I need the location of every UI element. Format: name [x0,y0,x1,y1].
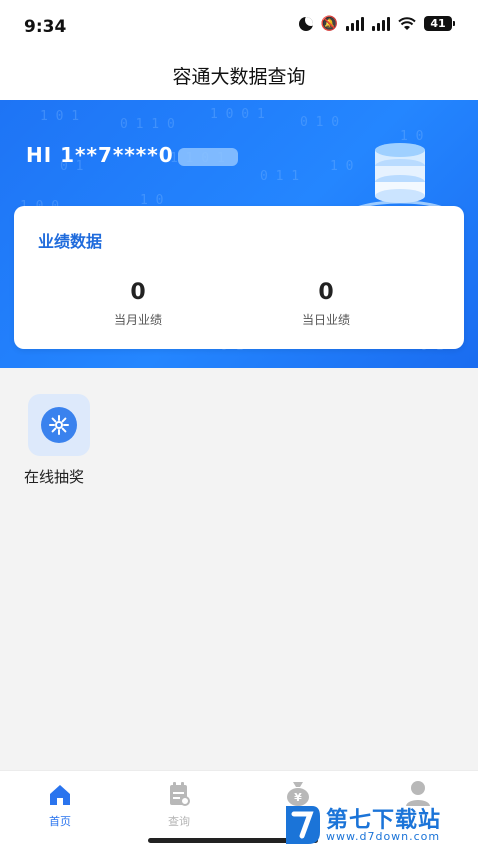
stat-monthly-value: 0 [130,280,146,305]
query-icon [170,782,190,806]
tab-query-label: 查询 [168,815,190,828]
status-time: 9:34 [24,17,67,37]
stat-daily-value: 0 [318,280,334,305]
navigation-bar: 容通大数据查询 [0,54,478,100]
svg-text:1 0 1: 1 0 1 [40,109,79,124]
bell-off-icon: 🔕 [320,15,338,32]
stat-daily: 0 当日业绩 [226,280,426,328]
lottery-icon [41,407,77,443]
tab-home-label: 首页 [49,815,71,828]
wifi-icon [398,16,416,30]
lottery-icon-box [28,394,90,456]
feature-lottery[interactable]: 在线抽奖 [24,394,94,487]
performance-card: 业绩数据 0 当月业绩 0 当日业绩 [14,206,464,349]
svg-text:0 1 1 0: 0 1 1 0 [120,117,175,132]
home-icon [50,785,70,805]
battery-level: 41 [430,17,446,30]
status-bar: 9:34 🔕 41 [0,0,478,54]
page-title: 容通大数据查询 [172,66,306,88]
watermark-url: www.d7down.com [326,830,441,843]
moon-icon [298,16,313,31]
stat-monthly-label: 当月业绩 [113,313,162,327]
tab-query[interactable]: 查询 [139,779,219,829]
hero-banner: 1 0 10 1 1 01 0 0 1 0 1 00 11 1 0 1 0 1 … [0,100,478,368]
stat-daily-label: 当日业绩 [301,313,350,327]
svg-text:0 1 0: 0 1 0 [300,115,339,130]
svg-text:0 1 1: 0 1 1 [260,169,299,184]
user-greeting: HI 1**7****0 [26,143,238,167]
watermark: 第七下载站 www.d7down.com [278,800,478,850]
status-icons: 🔕 41 [298,15,455,32]
signal-icon-2 [372,16,390,31]
feature-lottery-label: 在线抽奖 [24,468,85,486]
greeting-text: HI 1**7****0 [26,143,174,167]
card-title: 业绩数据 [38,232,103,251]
signal-icon [346,16,364,31]
stat-monthly: 0 当月业绩 [38,280,238,328]
masked-name [177,147,238,166]
svg-text:1 0 0 1: 1 0 0 1 [210,107,265,122]
tab-home[interactable]: 首页 [20,779,100,829]
battery-icon: 41 [424,16,455,31]
watermark-logo-icon [286,806,320,844]
